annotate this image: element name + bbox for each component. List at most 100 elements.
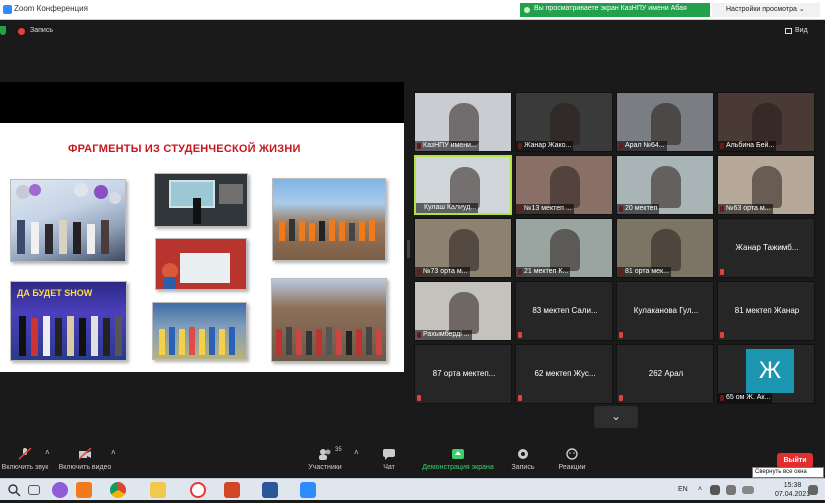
- leave-meeting-button[interactable]: Выйти: [777, 453, 813, 468]
- participant-name: КазНПУ имени...: [415, 141, 479, 151]
- participants-icon: [319, 449, 331, 460]
- participant-name: 65 ом Ж. Ак...: [718, 393, 773, 403]
- participants-button[interactable]: 35 Участники: [290, 447, 360, 471]
- participant-video: [550, 166, 580, 208]
- video-options-chevron-icon[interactable]: ˄: [111, 448, 116, 457]
- participant-name: 81 орта мек...: [617, 267, 671, 277]
- view-button[interactable]: Вид: [795, 27, 808, 34]
- participant-tile[interactable]: 262 Арал: [616, 344, 714, 404]
- participant-tile[interactable]: Кулаканова Гул...: [616, 281, 714, 341]
- participant-tile[interactable]: 20 мектеп: [616, 155, 714, 215]
- start-video-button[interactable]: Включить видео: [50, 448, 120, 471]
- system-clock[interactable]: 15:38 07.04.2021: [775, 481, 810, 499]
- gallery-scroll-down-button[interactable]: ⌄: [594, 406, 638, 428]
- volume-icon[interactable]: [726, 485, 736, 495]
- participant-name-center: 62 мектеп Жус...: [534, 369, 596, 378]
- network-icon[interactable]: [710, 485, 720, 495]
- participant-tile[interactable]: 62 мектеп Жус...: [515, 344, 613, 404]
- participant-name: 21 мектеп К...: [516, 267, 571, 277]
- participant-tile[interactable]: Жанар Жако...: [515, 92, 613, 152]
- zoom-taskbar-icon[interactable]: [300, 482, 316, 498]
- participant-name-center: 262 Арал: [648, 369, 684, 378]
- photo-group-festival: [152, 302, 247, 360]
- chrome-icon[interactable]: [110, 482, 126, 498]
- input-language[interactable]: EN: [678, 486, 688, 493]
- start-video-label: Включить видео: [58, 464, 112, 471]
- file-explorer-icon[interactable]: [150, 482, 166, 498]
- clock-date: 07.04.2021: [775, 491, 811, 498]
- participant-tile[interactable]: 81 орта мек...: [616, 218, 714, 278]
- panel-splitter[interactable]: [407, 240, 410, 258]
- slide-title: ФРАГМЕНТЫ ИЗ СТУДЕНЧЕСКОЙ ЖИЗНИ: [68, 143, 301, 155]
- participant-name: №73 орта м...: [415, 267, 470, 277]
- participants-count: 35: [335, 447, 342, 453]
- chevron-down-icon: ⌄: [610, 409, 622, 423]
- view-options-button[interactable]: Настройки просмотра ⌄: [712, 3, 820, 17]
- yandex-browser-icon[interactable]: [190, 482, 206, 498]
- media-player-icon[interactable]: [76, 482, 92, 498]
- reactions-smiley-icon: [566, 448, 578, 460]
- participant-video: [449, 292, 479, 334]
- participant-tile[interactable]: №73 орта м...: [414, 218, 512, 278]
- participant-tile[interactable]: Жанар Тажимб...: [717, 218, 815, 278]
- participant-tile[interactable]: 87 орта мектеп...: [414, 344, 512, 404]
- share-screen-label: Демонстрация экрана: [422, 464, 494, 471]
- meeting-toolbar: Включить звук ˄ Включить видео ˄ 35 Учас…: [0, 444, 825, 478]
- chat-label: Чат: [383, 464, 395, 471]
- chat-button[interactable]: Чат: [354, 448, 424, 471]
- participant-tile[interactable]: 83 мектеп Сали...: [515, 281, 613, 341]
- os-taskbar: EN ˄ 15:38 07.04.2021: [0, 478, 825, 500]
- participant-tile[interactable]: Альбина Бей...: [717, 92, 815, 152]
- participant-name: Жанар Жако...: [516, 141, 574, 151]
- show-desktop-tooltip: Свернуть все окна: [752, 467, 824, 478]
- participant-tile[interactable]: Рахымберді ...: [414, 281, 512, 341]
- muted-mic-icon: [720, 269, 724, 275]
- photo-board: [154, 173, 248, 227]
- share-screen-icon: [452, 449, 464, 459]
- recording-dot-icon: [18, 28, 25, 35]
- participant-tile[interactable]: Ж 65 ом Ж. Ак...: [717, 344, 815, 404]
- security-shield-icon[interactable]: [0, 26, 6, 35]
- muted-mic-icon: [518, 395, 522, 401]
- grid-view-icon[interactable]: [785, 28, 792, 34]
- participant-tile[interactable]: №63 орта м...: [717, 155, 815, 215]
- muted-mic-icon: [18, 448, 32, 460]
- participant-tile[interactable]: №13 мектеп ...: [515, 155, 613, 215]
- record-icon: [518, 449, 528, 459]
- participant-tile[interactable]: Арал №64...: [616, 92, 714, 152]
- word-icon[interactable]: [262, 482, 278, 498]
- battery-icon[interactable]: [742, 486, 754, 494]
- notifications-icon[interactable]: [808, 485, 818, 495]
- unmute-label: Включить звук: [1, 464, 49, 471]
- participant-name: Арал №64...: [617, 141, 667, 151]
- participant-tile[interactable]: КазНПУ имени...: [414, 92, 512, 152]
- tray-overflow-chevron-icon[interactable]: ˄: [698, 486, 702, 493]
- participant-name: №63 орта м...: [718, 204, 773, 214]
- participant-video: [550, 103, 580, 145]
- muted-mic-icon: [417, 395, 421, 401]
- participant-name: Кулаш Калиуд...: [416, 203, 479, 213]
- participant-tile[interactable]: 81 мектеп Жанар: [717, 281, 815, 341]
- chat-icon: [383, 449, 395, 460]
- audio-options-chevron-icon[interactable]: ˄: [45, 448, 50, 457]
- recording-bar: Запись Вид: [0, 20, 825, 42]
- powerpoint-icon[interactable]: [224, 482, 240, 498]
- sharing-dot-icon: [524, 7, 530, 13]
- voice-assistant-icon[interactable]: [52, 482, 68, 498]
- share-screen-button[interactable]: Демонстрация экрана: [420, 448, 496, 471]
- photo-celebration: [155, 238, 247, 290]
- participant-name-center: 83 мектеп Сали...: [532, 306, 598, 315]
- photo-balloons: [10, 179, 126, 262]
- participant-name-center: 87 орта мектеп...: [432, 369, 496, 378]
- window-titlebar: Zoom Конференция Вы просматриваете экран…: [0, 0, 825, 20]
- participant-tile[interactable]: Кулаш Калиуд...: [414, 155, 512, 215]
- participant-tile[interactable]: 21 мектеп К...: [515, 218, 613, 278]
- shared-slide: ФРАГМЕНТЫ ИЗ СТУДЕНЧЕСКОЙ ЖИЗНИ ДА БУДЕТ…: [0, 123, 404, 372]
- search-icon[interactable]: [6, 482, 22, 498]
- task-view-icon[interactable]: [28, 485, 40, 495]
- participant-video: [651, 229, 681, 271]
- reactions-button[interactable]: Реакции: [537, 448, 607, 471]
- participant-avatar: Ж: [746, 349, 794, 393]
- participant-name-center: 81 мектеп Жанар: [734, 306, 800, 315]
- photo-mountain-group: [271, 278, 387, 362]
